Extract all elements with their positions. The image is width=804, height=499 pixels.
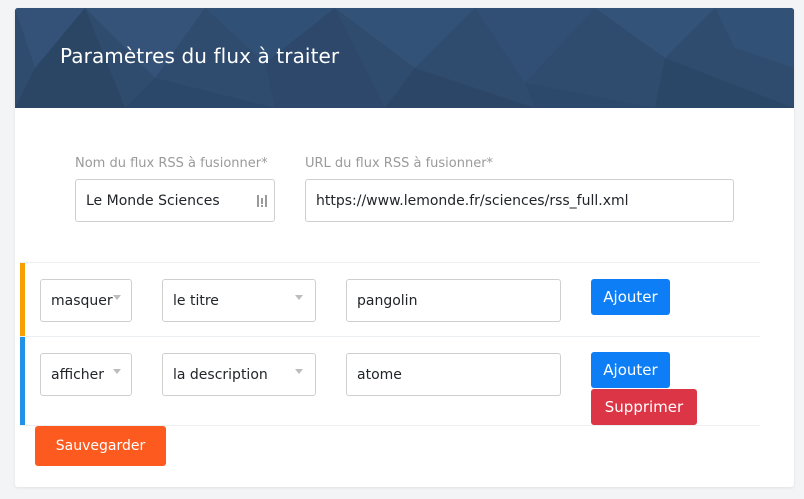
add-filter-button[interactable]: Ajouter bbox=[591, 352, 670, 388]
keyword-value: pangolin bbox=[357, 292, 418, 309]
row-accent-bar bbox=[20, 337, 25, 425]
feed-url-input[interactable]: https://www.lemonde.fr/sciences/rss_full… bbox=[305, 179, 734, 222]
feed-name-label: Nom du flux RSS à fusionner* bbox=[75, 156, 268, 171]
chevron-down-icon bbox=[113, 295, 121, 300]
filter-row: masquer le titre pangolin Ajouter bbox=[20, 262, 760, 337]
add-filter-button[interactable]: Ajouter bbox=[591, 279, 670, 315]
action-select[interactable]: masquer bbox=[40, 279, 132, 322]
keyword-input[interactable]: atome bbox=[346, 353, 561, 396]
feed-url-label: URL du flux RSS à fusionner* bbox=[305, 156, 494, 171]
keyword-input[interactable]: pangolin bbox=[346, 279, 561, 322]
field-select-value: le titre bbox=[173, 292, 219, 309]
feed-name-value: Le Monde Sciences bbox=[86, 192, 220, 209]
feed-settings-card: Paramètres du flux à traiter Nom du flux… bbox=[15, 8, 794, 487]
action-select-value: afficher bbox=[51, 366, 105, 383]
card-header: Paramètres du flux à traiter bbox=[15, 8, 794, 108]
chevron-down-icon bbox=[295, 369, 303, 374]
field-select[interactable]: la description bbox=[162, 353, 316, 396]
keyword-value: atome bbox=[357, 366, 402, 383]
field-select[interactable]: le titre bbox=[162, 279, 316, 322]
filter-row: afficher la description atome Ajouter Su… bbox=[20, 336, 760, 426]
action-select-value: masquer bbox=[51, 292, 113, 309]
page-title: Paramètres du flux à traiter bbox=[60, 44, 340, 68]
save-button[interactable]: Sauvegarder bbox=[35, 426, 166, 466]
action-select[interactable]: afficher bbox=[40, 353, 132, 396]
chevron-down-icon bbox=[295, 295, 303, 300]
feed-name-input[interactable]: Le Monde Sciences bbox=[75, 179, 275, 222]
feed-url-value: https://www.lemonde.fr/sciences/rss_full… bbox=[316, 192, 629, 209]
field-select-value: la description bbox=[173, 366, 268, 383]
password-manager-icon[interactable] bbox=[257, 194, 269, 208]
delete-filter-button[interactable]: Supprimer bbox=[591, 389, 697, 425]
row-accent-bar bbox=[20, 263, 25, 336]
chevron-down-icon bbox=[113, 369, 121, 374]
